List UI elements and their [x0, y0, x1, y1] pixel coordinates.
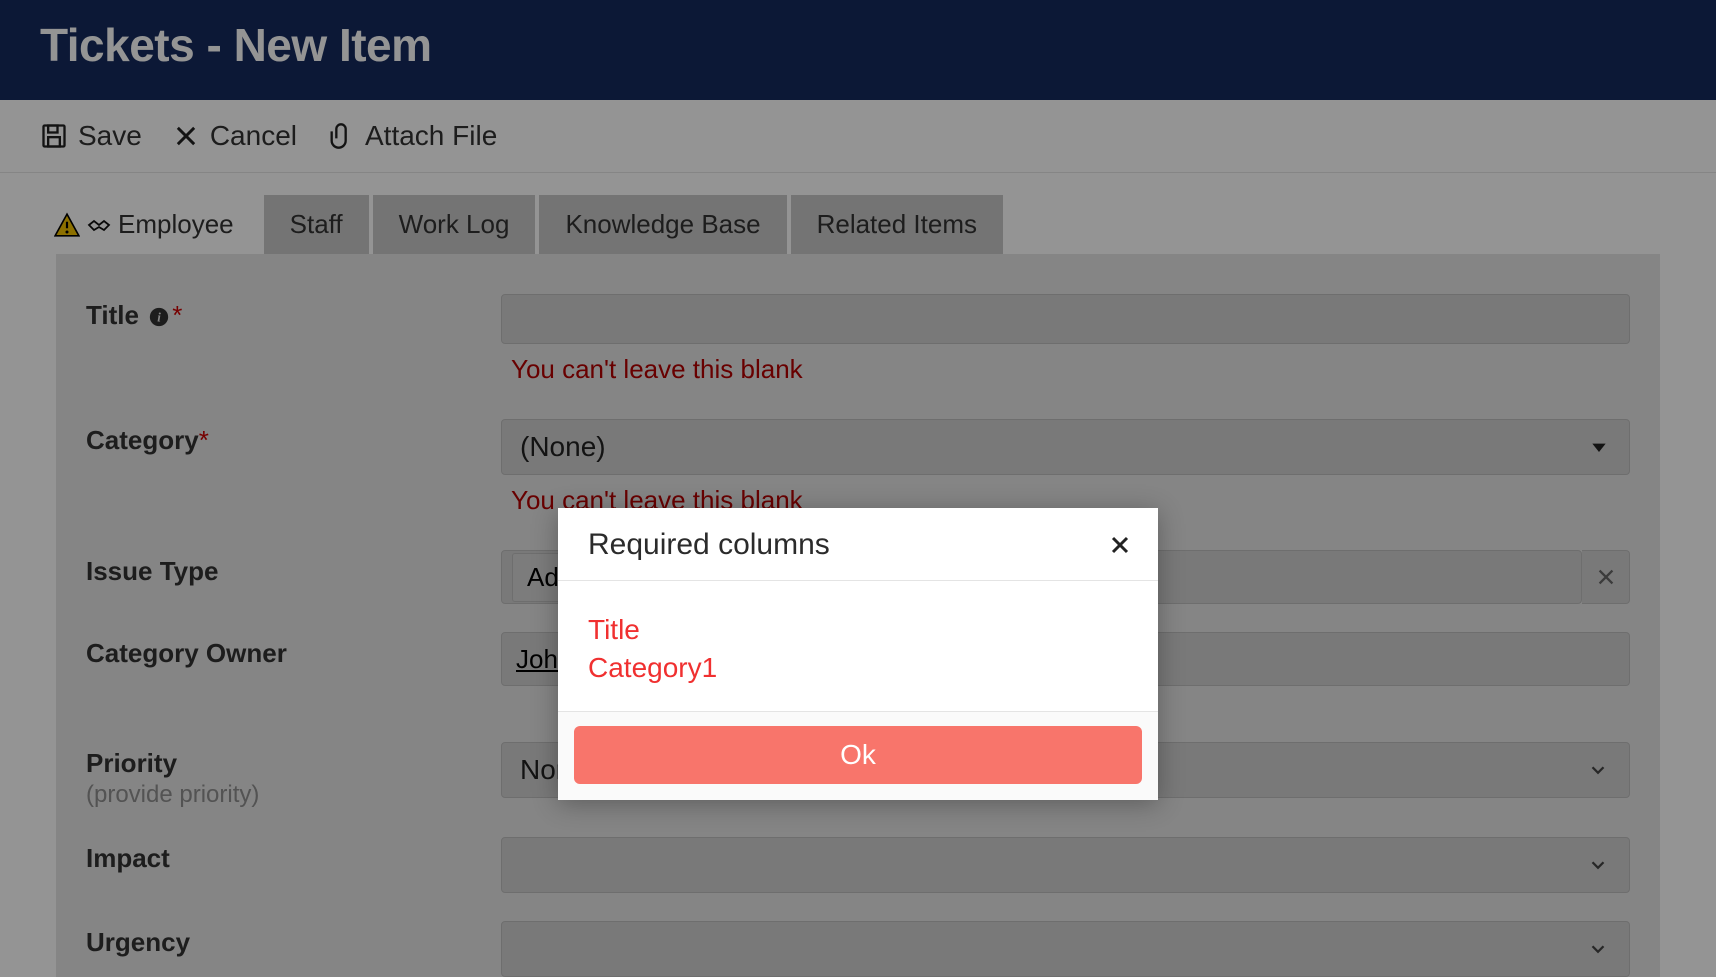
modal-title: Required columns [588, 528, 830, 562]
required-column-name: Category1 [588, 649, 1128, 687]
ok-button[interactable]: Ok [574, 726, 1142, 784]
modal-body: TitleCategory1 [558, 581, 1158, 711]
modal-close-button[interactable] [1108, 533, 1132, 557]
required-column-name: Title [588, 611, 1128, 649]
modal-overlay: Required columns TitleCategory1 Ok [0, 0, 1716, 977]
required-columns-dialog: Required columns TitleCategory1 Ok [558, 508, 1158, 800]
